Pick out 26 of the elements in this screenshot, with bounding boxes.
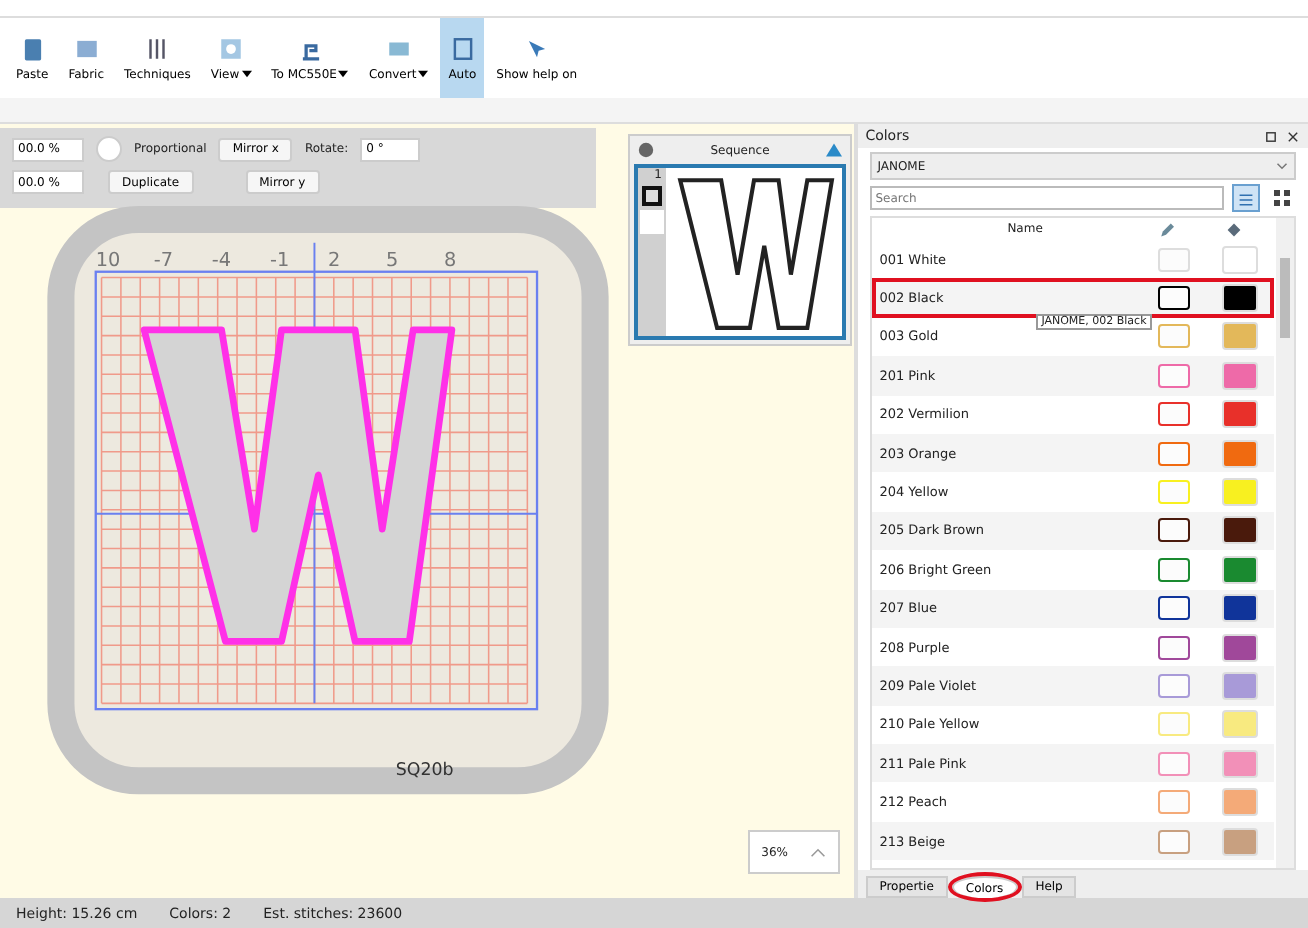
ruler-label: 10 [95, 249, 121, 272]
blob-icon [638, 142, 654, 158]
list-view-button[interactable] [1232, 184, 1260, 212]
list-icon [1238, 190, 1254, 210]
ruler-label: 2 [328, 249, 341, 272]
scrollbar[interactable] [1276, 218, 1294, 868]
grid-view-button[interactable] [1268, 184, 1296, 212]
color-swatch[interactable] [642, 186, 662, 206]
frame-icon [449, 35, 476, 61]
bars-icon [144, 35, 171, 61]
chevron-up-icon [810, 847, 827, 857]
color-swatch[interactable] [640, 210, 664, 234]
ruler-label: 8 [444, 249, 457, 272]
proportional-radio[interactable] [96, 136, 122, 162]
help-icon [523, 35, 550, 61]
chevron-down-icon [1276, 162, 1288, 170]
grid-icon [1272, 188, 1292, 208]
hoop-name: SQ20b [395, 760, 454, 781]
collapse-icon[interactable] [825, 142, 842, 158]
ruler-label: -1 [269, 249, 290, 272]
pin-icon[interactable] [1264, 129, 1278, 143]
clipboard-icon [19, 35, 46, 61]
close-icon[interactable] [1286, 129, 1300, 143]
ruler-label: 5 [386, 249, 399, 272]
ruler-label: -7 [153, 249, 174, 272]
ruler-label: -4 [211, 249, 232, 272]
